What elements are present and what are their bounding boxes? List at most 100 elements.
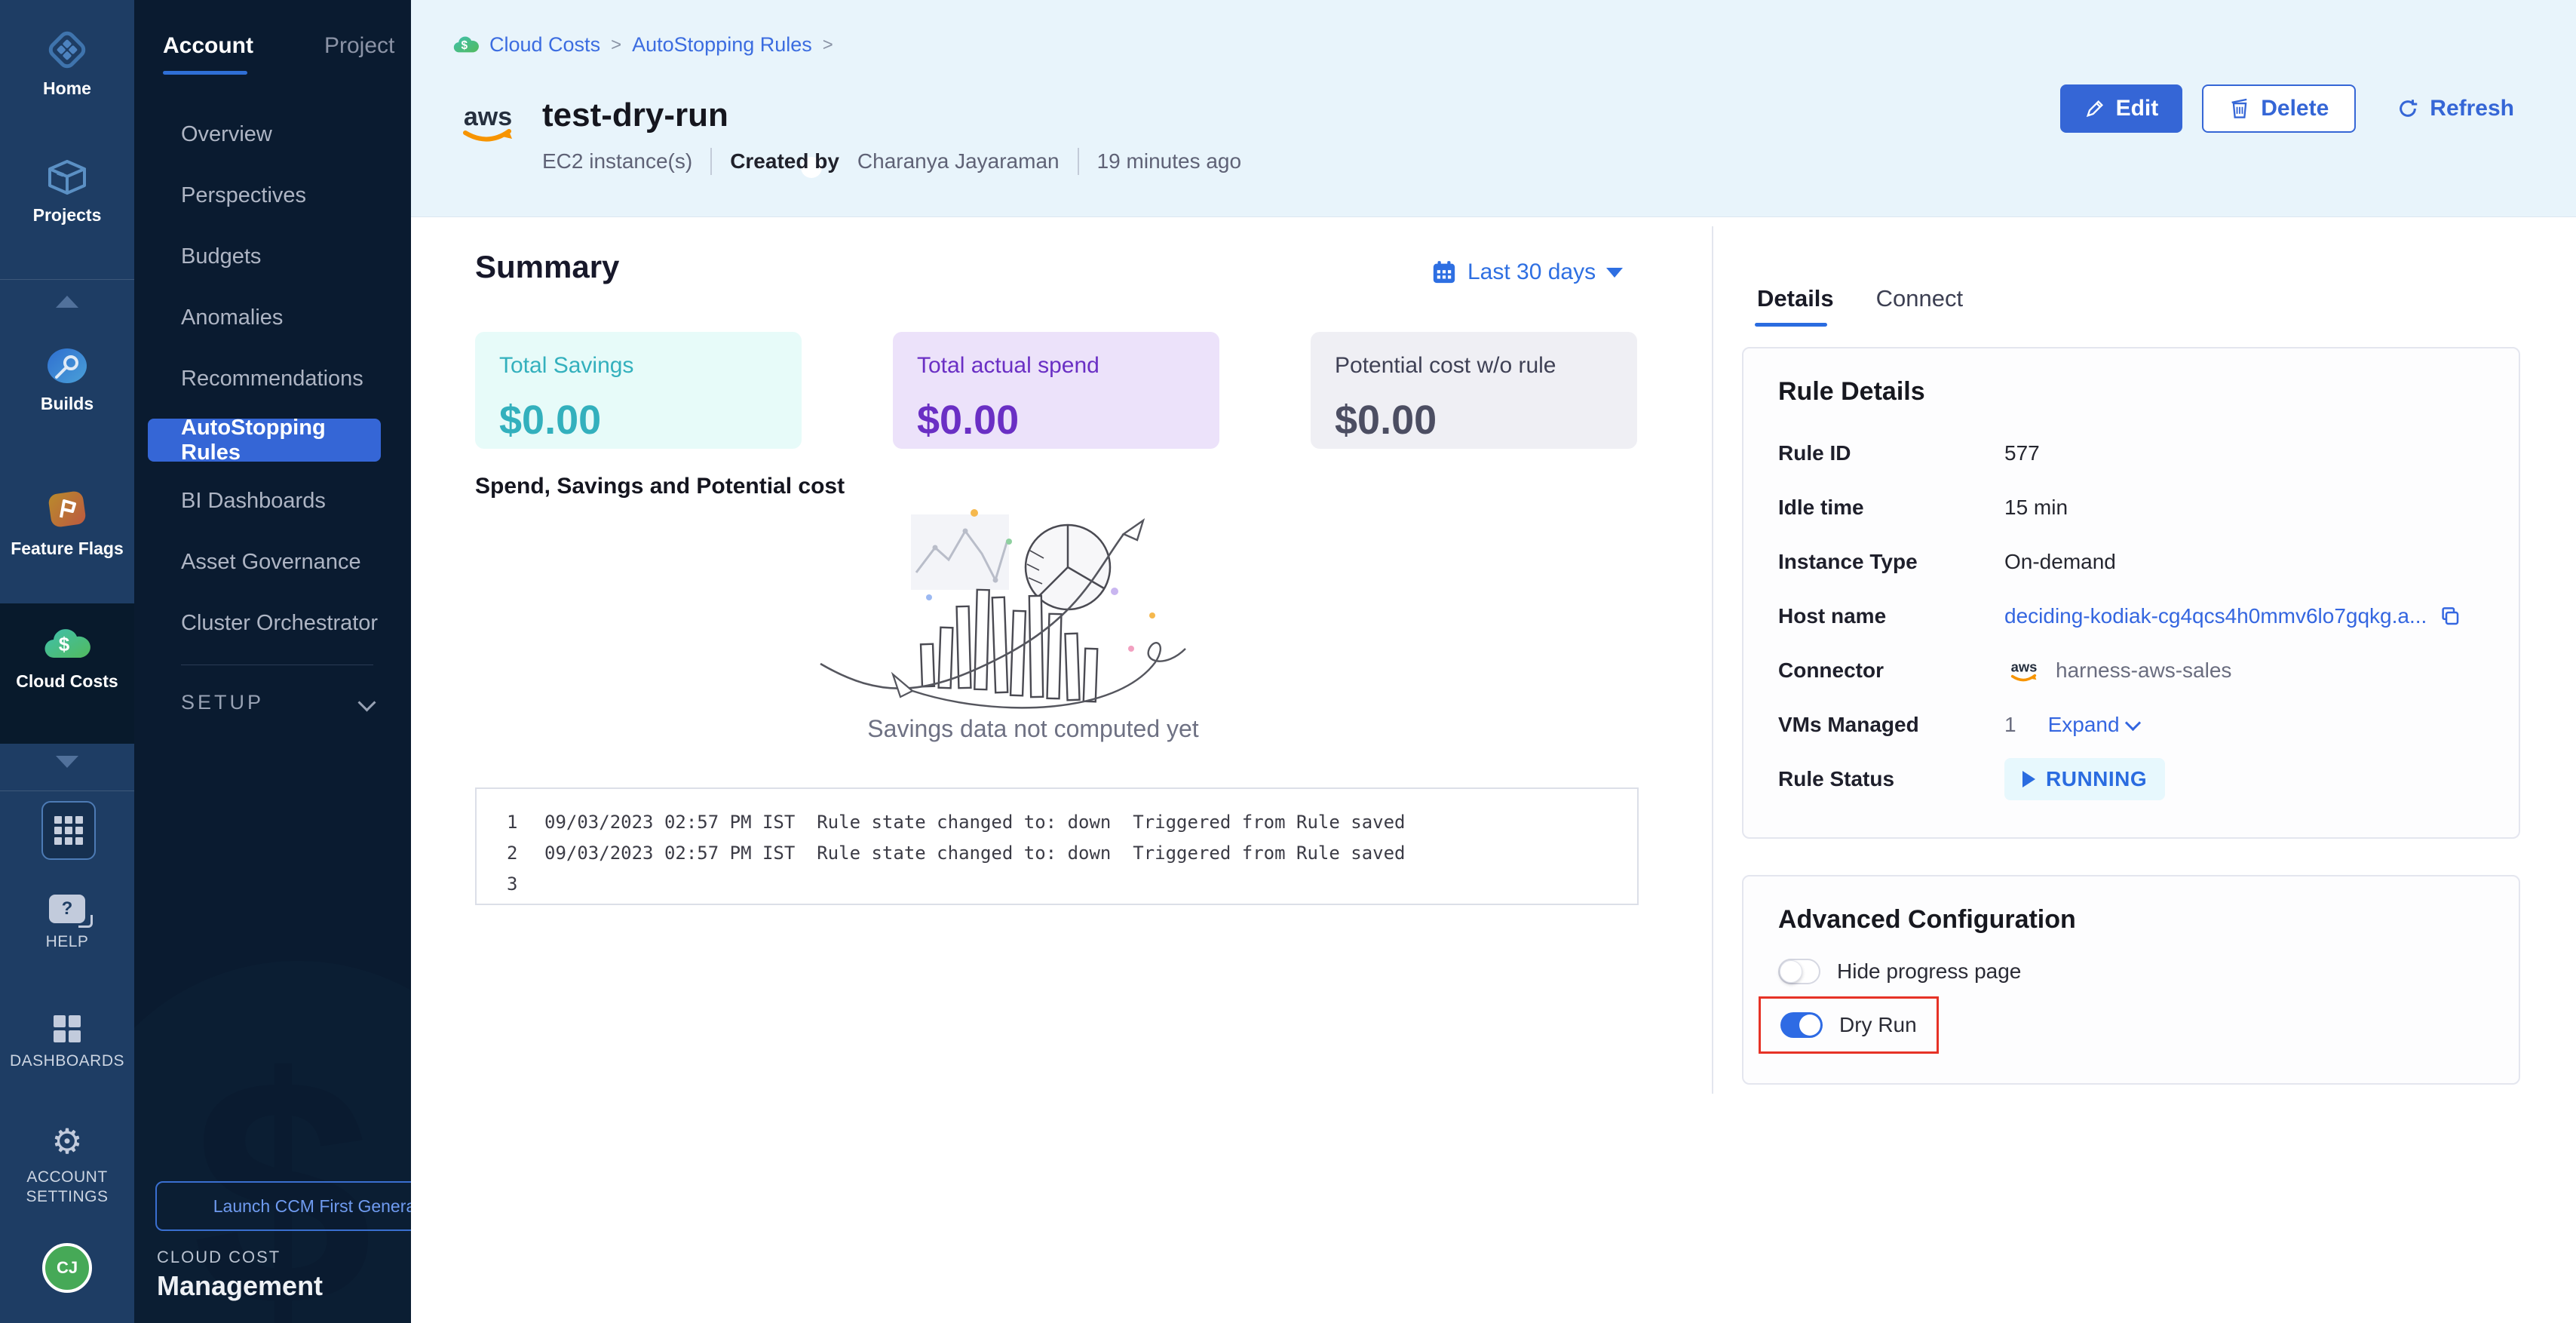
svg-text:$: $	[59, 633, 70, 655]
rule-details-card: Rule Details Rule ID 577 Idle time 15 mi…	[1742, 347, 2520, 839]
rail-item-label: Builds	[41, 394, 94, 413]
status-text: RUNNING	[2046, 767, 2147, 791]
idle-time-row: Idle time 15 min	[1778, 480, 2484, 535]
app-root: Home Projects	[0, 0, 2576, 1323]
nav-item-bi-dashboards[interactable]: BI Dashboards	[134, 471, 411, 532]
empty-chart-doodle	[814, 501, 1252, 712]
brand-management: Management	[157, 1270, 323, 1302]
caret-down-icon	[1606, 268, 1623, 278]
rail-item-home[interactable]: Home	[0, 30, 134, 98]
nav-item-budgets[interactable]: Budgets	[134, 226, 411, 287]
created-age: 19 minutes ago	[1097, 149, 1241, 173]
rail-divider	[0, 279, 134, 280]
tab-details-underline	[1755, 323, 1827, 327]
tab-account[interactable]: Account	[163, 33, 253, 59]
rail-item-builds[interactable]: Builds	[0, 347, 134, 413]
refresh-button[interactable]: Refresh	[2389, 84, 2522, 133]
rule-id-row: Rule ID 577	[1778, 426, 2484, 480]
rail-item-label: Home	[43, 78, 91, 98]
tab-account-underline	[163, 71, 247, 75]
avatar[interactable]: CJ	[42, 1243, 92, 1293]
rail-item-label: Feature Flags	[11, 539, 124, 558]
rail-item-help[interactable]: ? HELP	[0, 895, 134, 952]
spend-savings-heading: Spend, Savings and Potential cost	[475, 474, 845, 499]
date-range-label: Last 30 days	[1467, 259, 1596, 285]
created-by-label: Created by	[730, 149, 839, 173]
module-picker-button[interactable]	[41, 801, 96, 860]
setup-section-toggle[interactable]: SETUP	[181, 691, 373, 714]
edit-button[interactable]: Edit	[2060, 84, 2183, 133]
brand-cloud-cost: CLOUD COST	[157, 1248, 281, 1267]
nav-item-cluster-orchestrator[interactable]: Cluster Orchestrator	[134, 593, 411, 654]
nav-item-perspectives[interactable]: Perspectives	[134, 165, 411, 226]
launch-ccm-first-gen-button[interactable]: Launch CCM First Generation	[155, 1181, 411, 1231]
cloud-costs-nav-panel: Account Project Overview Perspectives Bu…	[134, 0, 411, 1323]
copy-icon[interactable]	[2439, 605, 2461, 628]
tab-connect[interactable]: Connect	[1876, 285, 1963, 312]
chevron-down-icon	[2124, 714, 2140, 730]
setup-label: SETUP	[181, 691, 264, 714]
pencil-icon	[2084, 98, 2105, 119]
breadcrumb-separator: >	[823, 35, 833, 56]
projects-cube-icon	[47, 158, 87, 196]
card-value: $0.00	[499, 397, 777, 444]
svg-text:$: $	[462, 38, 468, 51]
advanced-configuration-card: Advanced Configuration Hide progress pag…	[1742, 875, 2520, 1085]
tab-details[interactable]: Details	[1757, 285, 1834, 312]
date-range-dropdown[interactable]: Last 30 days	[1431, 259, 1623, 285]
title-meta: EC2 instance(s) Created by Charanya Jaya…	[542, 148, 1241, 175]
tab-project[interactable]: Project	[324, 33, 394, 59]
cloud-costs-icon: $	[44, 628, 90, 662]
total-actual-spend-card: Total actual spend $0.00	[893, 332, 1219, 449]
rail-item-feature-flags[interactable]: Feature Flags	[0, 489, 134, 558]
host-name-row: Host name deciding-kodiak-cg4qcs4h0mmv6l…	[1778, 589, 2484, 643]
nav-item-autostopping-rules[interactable]: AutoStopping Rules	[148, 419, 381, 462]
rail-item-dashboards[interactable]: DASHBOARDS	[0, 1015, 134, 1071]
header-actions: Edit Delete Refresh	[2060, 84, 2522, 133]
empty-chart-caption: Savings data not computed yet	[769, 715, 1297, 743]
rule-activity-log: 109/03/2023 02:57 PM IST Rule state chan…	[475, 787, 1639, 905]
breadcrumb-cloud-costs[interactable]: Cloud Costs	[489, 33, 600, 57]
advanced-configuration-heading: Advanced Configuration	[1778, 905, 2484, 935]
log-line: 3	[507, 869, 1637, 900]
rail-item-projects[interactable]: Projects	[0, 158, 134, 225]
rail-scroll-up-chevron[interactable]	[56, 296, 78, 308]
nav-item-asset-governance[interactable]: Asset Governance	[134, 532, 411, 593]
nav-item-recommendations[interactable]: Recommendations	[134, 348, 411, 410]
nav-item-overview[interactable]: Overview	[134, 104, 411, 165]
rail-scroll-down-chevron[interactable]	[56, 756, 78, 768]
card-label: Potential cost w/o rule	[1335, 353, 1613, 379]
delete-button-label: Delete	[2261, 96, 2329, 121]
vms-count: 1	[2004, 713, 2016, 737]
hide-progress-toggle[interactable]	[1778, 959, 1820, 984]
nav-item-anomalies[interactable]: Anomalies	[134, 287, 411, 348]
rail-divider-bottom	[0, 790, 134, 791]
connector-row: Connector aws harness-aws-sales	[1778, 643, 2484, 698]
module-rail: Home Projects	[0, 0, 134, 1323]
vms-expand-button[interactable]: Expand	[2048, 713, 2139, 737]
rail-item-label: Projects	[33, 205, 102, 225]
host-name-link[interactable]: deciding-kodiak-cg4qcs4h0mmv6lo7gqkg.a..…	[2004, 604, 2427, 628]
instance-type-text: EC2 instance(s)	[542, 149, 692, 173]
rail-item-account-settings[interactable]: ⚙ ACCOUNT SETTINGS	[0, 1124, 134, 1207]
dry-run-toggle[interactable]	[1780, 1012, 1823, 1038]
content-divider	[1712, 226, 1713, 1094]
cloud-costs-breadcrumb-icon: $	[453, 35, 479, 55]
page-title: test-dry-run	[542, 97, 728, 134]
breadcrumb-autostopping-rules[interactable]: AutoStopping Rules	[632, 33, 812, 57]
harness-logo-icon	[48, 30, 87, 69]
refresh-icon	[2397, 97, 2419, 120]
aws-logo: aws	[453, 89, 523, 154]
aws-connector-icon: aws	[2004, 654, 2044, 687]
details-panel-tabs: Details Connect	[1757, 285, 1963, 312]
connector-name: harness-aws-sales	[2056, 658, 2231, 683]
rail-item-cloud-costs[interactable]: $ Cloud Costs	[0, 628, 134, 691]
delete-button[interactable]: Delete	[2202, 84, 2356, 133]
card-value: $0.00	[917, 397, 1195, 444]
dry-run-label: Dry Run	[1839, 1013, 1917, 1037]
feature-flags-icon	[46, 489, 88, 530]
summary-cards: Total Savings $0.00 Total actual spend $…	[475, 332, 1637, 449]
trash-icon	[2229, 97, 2250, 120]
log-line: 209/03/2023 02:57 PM IST Rule state chan…	[507, 838, 1637, 869]
svg-text:aws: aws	[2011, 659, 2038, 675]
